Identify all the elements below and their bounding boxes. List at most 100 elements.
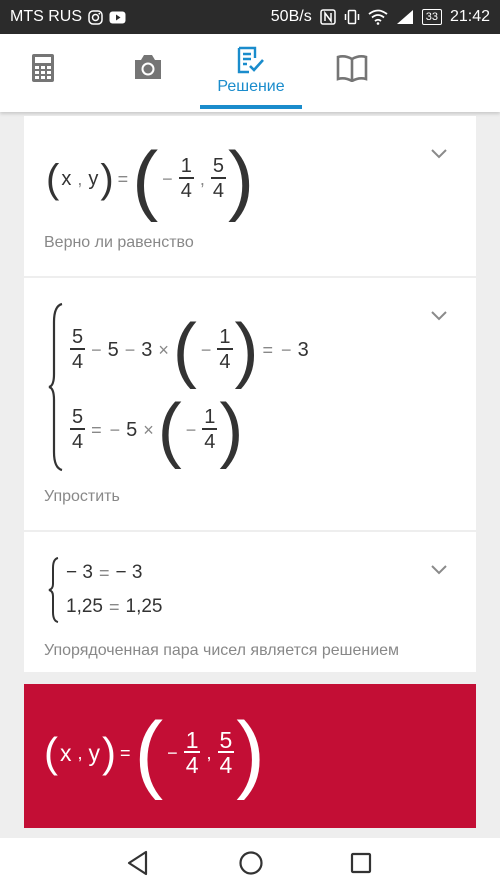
step-card-2[interactable]: 54 − 5 − 3 × ( − 14 ) = − 3 54 = − 5 × (… xyxy=(24,278,476,530)
step-1-equation: ( x , y ) = ( − 14 , 54 ) xyxy=(46,140,254,218)
step-3-line-2: 1,25 = 1,25 xyxy=(64,596,164,618)
fraction: 54 xyxy=(70,406,86,454)
solution-icon xyxy=(237,46,264,74)
frac-num: 5 xyxy=(219,727,233,754)
calculator-tab[interactable] xyxy=(26,34,60,112)
minus-sign: − xyxy=(162,168,173,189)
var-x: x xyxy=(61,167,72,190)
number: 3 xyxy=(141,338,153,361)
chevron-down-icon[interactable] xyxy=(430,144,448,162)
number: 3 xyxy=(297,338,309,361)
step-2-line-2: 54 = − 5 × ( − 14 ) xyxy=(68,394,243,466)
solution-tab[interactable]: Решение xyxy=(200,34,302,112)
frac-num: 5 xyxy=(72,326,84,349)
carrier-label: MTS RUS xyxy=(10,8,82,25)
var-x: x xyxy=(60,739,72,766)
frac-num: 5 xyxy=(212,155,224,178)
fraction: 14 xyxy=(202,406,218,454)
big-open-paren: ( xyxy=(132,135,159,223)
big-open-paren: ( xyxy=(157,390,182,470)
var-y: y xyxy=(88,739,101,766)
minus-sign: − xyxy=(167,742,178,763)
fraction-2: 54 xyxy=(217,727,235,777)
camera-tab[interactable] xyxy=(130,34,166,112)
frac-num: 1 xyxy=(180,155,192,178)
result-card: ( x , y ) = ( − 14 , 54 ) xyxy=(24,684,476,828)
times-sign: × xyxy=(143,419,154,440)
step-card-3[interactable]: − 3 = − 3 1,25 = 1,25 Упорядоченная пара… xyxy=(24,532,476,672)
value: − 3 xyxy=(115,562,143,583)
system-brace xyxy=(48,302,63,472)
comma: , xyxy=(77,168,83,189)
value: 1,25 xyxy=(125,596,163,617)
status-left: MTS RUS xyxy=(10,8,126,26)
equals-sign: = xyxy=(262,339,274,360)
equals-sign: = xyxy=(117,168,129,189)
battery-icon: 33 xyxy=(421,9,442,25)
frac-num: 1 xyxy=(185,727,199,754)
number: 5 xyxy=(126,418,138,441)
number: 5 xyxy=(107,338,119,361)
clock: 21:42 xyxy=(449,8,490,25)
fraction-1: 14 xyxy=(178,155,194,203)
frac-num: 1 xyxy=(219,326,231,349)
step-2-line-1: 54 − 5 − 3 × ( − 14 ) = − 3 xyxy=(68,314,311,386)
var-y: y xyxy=(88,167,99,190)
book-tab[interactable] xyxy=(334,34,370,112)
big-close-paren: ) xyxy=(227,135,254,223)
frac-den: 4 xyxy=(72,350,84,373)
status-bar: MTS RUS 50B/s 33 21:42 xyxy=(0,0,500,34)
fraction-1: 14 xyxy=(183,727,201,778)
nfc-icon xyxy=(319,9,336,25)
minus-sign: − xyxy=(91,339,102,360)
step-card-1[interactable]: ( x , y ) = ( − 14 , 54 ) Верно ли равен… xyxy=(24,116,476,276)
status-right: 50B/s 33 21:42 xyxy=(271,8,490,26)
signal-icon xyxy=(396,10,413,24)
fraction: 54 xyxy=(70,326,86,374)
step-3-caption: Упорядоченная пара чисел является решени… xyxy=(44,642,400,659)
equals-sign: = xyxy=(91,419,102,440)
big-open-paren: ( xyxy=(172,310,197,390)
youtube-icon xyxy=(109,11,126,23)
fraction-2: 54 xyxy=(210,155,226,203)
big-close-paren: ) xyxy=(236,705,265,801)
calculator-icon xyxy=(32,54,54,82)
close-paren: ) xyxy=(102,729,117,776)
equals-sign: = xyxy=(98,562,110,583)
result-equation: ( x , y ) = ( − 14 , 54 ) xyxy=(44,710,265,796)
minus-sign: − xyxy=(109,419,121,440)
chevron-down-icon[interactable] xyxy=(430,306,448,324)
open-paren: ( xyxy=(44,729,58,776)
instagram-icon xyxy=(88,9,103,25)
big-close-paren: ) xyxy=(219,390,244,470)
solution-tab-label: Решение xyxy=(217,78,285,95)
step-1-caption: Верно ли равенство xyxy=(44,234,194,251)
frac-num: 1 xyxy=(204,406,216,429)
close-paren: ) xyxy=(100,156,114,201)
open-paren: ( xyxy=(46,156,60,201)
value: 1,25 xyxy=(66,596,103,617)
big-close-paren: ) xyxy=(234,310,259,390)
home-icon[interactable] xyxy=(238,850,264,876)
chevron-down-icon[interactable] xyxy=(430,560,448,578)
step-3-line-1: − 3 = − 3 xyxy=(64,562,144,584)
frac-num: 5 xyxy=(72,406,84,429)
recents-icon[interactable] xyxy=(350,852,372,874)
comma: , xyxy=(206,742,212,763)
minus-sign: − xyxy=(124,339,136,360)
equals-sign: = xyxy=(108,596,120,617)
frac-den: 4 xyxy=(185,751,199,778)
step-2-caption: Упростить xyxy=(44,488,120,505)
camera-icon xyxy=(135,55,161,79)
minus-sign: − xyxy=(185,419,197,440)
frac-den: 4 xyxy=(180,179,192,202)
frac-den: 4 xyxy=(212,179,224,202)
book-icon xyxy=(336,55,368,82)
back-icon[interactable] xyxy=(126,850,150,876)
comma: , xyxy=(77,742,83,763)
frac-den: 4 xyxy=(219,350,231,373)
times-sign: × xyxy=(158,339,169,360)
active-tab-indicator xyxy=(200,105,302,109)
top-toolbar: Решение xyxy=(0,34,500,112)
frac-den: 4 xyxy=(72,430,84,453)
